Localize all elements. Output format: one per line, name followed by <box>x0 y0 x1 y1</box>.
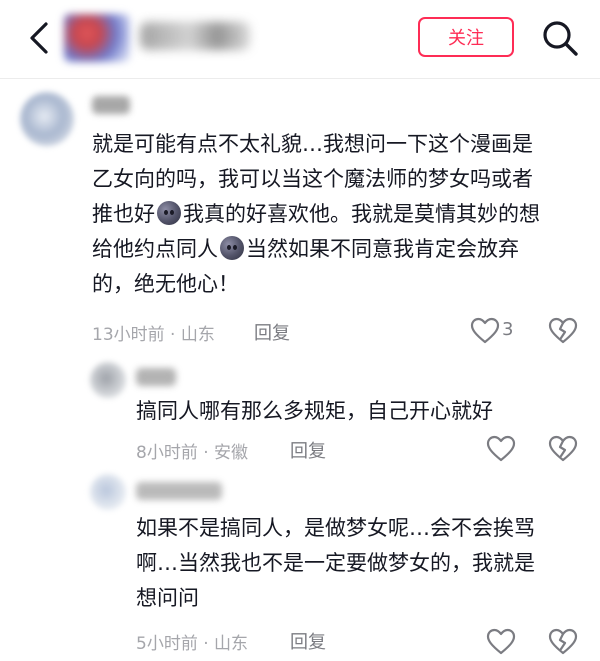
blushing-emoji-icon <box>220 236 244 260</box>
avatar[interactable] <box>90 474 126 510</box>
like-count: 3 <box>502 319 514 340</box>
comment-line: 就是可能有点不太礼貌…我想问一下这个漫画是 <box>92 132 533 156</box>
comment-line: 如果不是搞同人，是做梦女呢…会不会挨骂 <box>136 516 535 540</box>
comment-text: 如果不是搞同人，是做梦女呢…会不会挨骂 啊…当然我也不是一定要做梦女的，我就是 … <box>136 511 576 616</box>
comment-time-location: 13小时前 · 山东 <box>92 325 215 345</box>
header-divider <box>0 78 600 79</box>
reply-button[interactable]: 回复 <box>254 319 290 345</box>
header-avatar[interactable] <box>64 14 130 62</box>
blushing-emoji-icon <box>157 201 181 225</box>
avatar[interactable] <box>20 92 74 146</box>
heart-icon[interactable] <box>470 317 500 345</box>
back-arrow-icon[interactable] <box>22 18 58 58</box>
comment-line: 乙女向的吗，我可以当这个魔法师的梦女吗或者 <box>92 167 533 191</box>
comment-line: 给他约点同人 当然如果不同意我肯定会放弃 <box>92 236 519 261</box>
reply-button[interactable]: 回复 <box>290 628 326 654</box>
broken-heart-icon[interactable] <box>548 435 578 463</box>
search-icon[interactable] <box>540 18 580 58</box>
comment-line: 啊…当然我也不是一定要做梦女的，我就是 <box>136 551 535 575</box>
heart-icon[interactable] <box>486 628 516 656</box>
heart-icon[interactable] <box>486 435 516 463</box>
top-bar: 关注 <box>0 0 600 78</box>
comment-line: 搞同人哪有那么多规矩，自己开心就好 <box>136 399 493 423</box>
username[interactable] <box>92 96 130 114</box>
comment-line: 想问问 <box>136 586 199 610</box>
comment-text: 搞同人哪有那么多规矩，自己开心就好 <box>136 394 576 429</box>
broken-heart-icon[interactable] <box>548 628 578 656</box>
username[interactable] <box>136 368 176 386</box>
avatar[interactable] <box>90 362 126 398</box>
header-username[interactable] <box>140 22 250 50</box>
reply-button[interactable]: 回复 <box>290 437 326 463</box>
comment-line: 推也好 我真的好喜欢他。我就是莫情其妙的想 <box>92 201 540 226</box>
broken-heart-icon[interactable] <box>548 317 578 345</box>
comment-line: 的，绝无他心！ <box>92 272 239 296</box>
comment-time-location: 5小时前 · 山东 <box>136 634 249 654</box>
comment-text: 就是可能有点不太礼貌…我想问一下这个漫画是 乙女向的吗，我可以当这个魔法师的梦女… <box>92 127 572 302</box>
follow-button[interactable]: 关注 <box>418 17 514 57</box>
username[interactable] <box>136 482 222 500</box>
comment-time-location: 8小时前 · 安徽 <box>136 443 249 463</box>
